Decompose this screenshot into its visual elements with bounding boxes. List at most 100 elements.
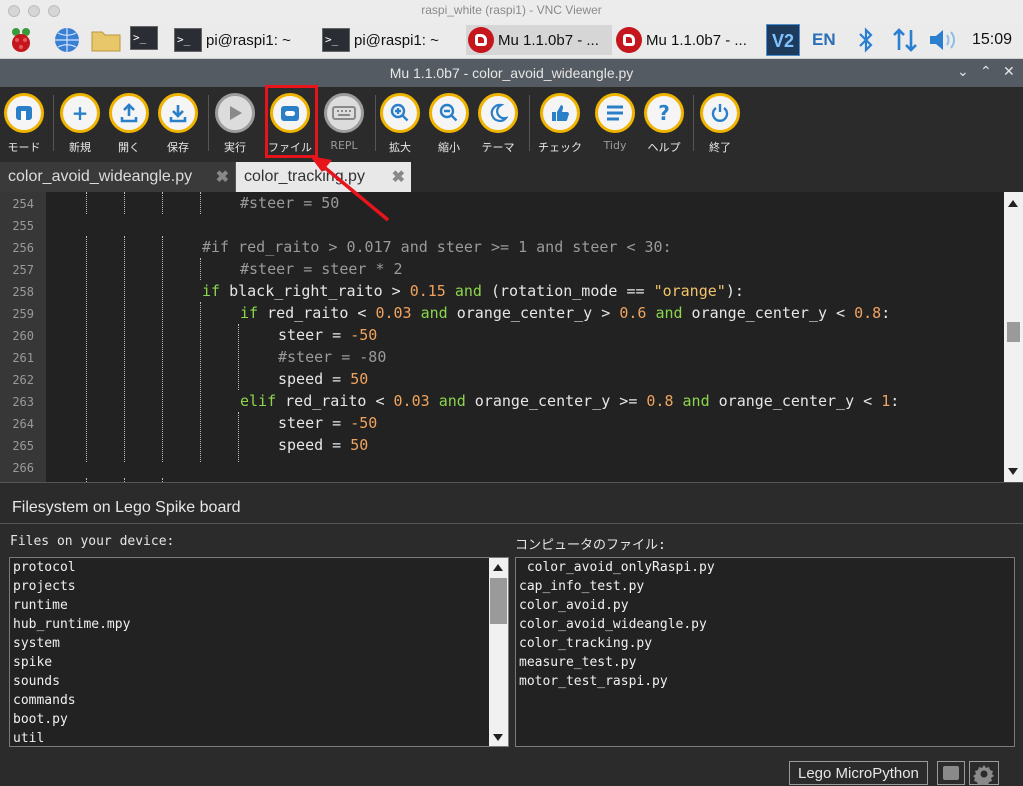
vnc-window-titlebar: raspi_white (raspi1) - VNC Viewer — [0, 0, 1023, 23]
list-item[interactable]: util — [10, 729, 508, 746]
check-button[interactable]: チェック — [532, 93, 588, 155]
mu-app-icon — [616, 27, 642, 53]
list-item[interactable]: commands — [10, 691, 508, 710]
task-label: Mu 1.1.0b7 - ... — [498, 31, 599, 49]
chevron-up-icon[interactable]: ⌃ — [980, 63, 992, 80]
line-number: 258 — [12, 285, 34, 299]
indent-guide — [162, 236, 163, 462]
scroll-up-icon[interactable] — [493, 564, 503, 571]
line-number: 259 — [12, 307, 34, 321]
chevron-down-icon[interactable]: ⌄ — [957, 63, 969, 80]
list-item[interactable]: protocol — [10, 558, 508, 577]
indent-guide — [162, 192, 163, 214]
task-mu-1[interactable]: Mu 1.1.0b7 - ... — [466, 25, 612, 55]
editor-tabs: color_avoid_wideangle.py ✖ color_trackin… — [0, 160, 1023, 192]
download-icon — [158, 93, 198, 133]
computer-file-list[interactable]: color_avoid_onlyRaspi.py cap_info_test.p… — [515, 557, 1015, 747]
line-number: 256 — [12, 241, 34, 255]
tidy-button[interactable]: Tidy — [587, 93, 643, 152]
line-number: 254 — [12, 197, 34, 211]
filesystem-panel: Files on your device: コンピュータのファイル: proto… — [0, 524, 1023, 758]
scroll-up-icon[interactable] — [1008, 200, 1018, 207]
scroll-down-icon[interactable] — [1008, 468, 1018, 475]
vnc-icon[interactable]: V2 — [766, 22, 800, 58]
network-icon[interactable] — [892, 22, 918, 58]
task-label: Mu 1.1.0b7 - ... — [646, 31, 747, 49]
list-item[interactable]: spike — [10, 653, 508, 672]
line-number: 257 — [12, 263, 34, 277]
tab-color-avoid-wideangle[interactable]: color_avoid_wideangle.py ✖ — [0, 162, 236, 192]
code-line: speed = 50 — [278, 370, 369, 388]
mode-indicator[interactable]: Lego MicroPython — [789, 761, 928, 785]
list-item[interactable]: color_avoid.py — [516, 596, 1014, 615]
toolbar-divider — [529, 95, 530, 151]
play-icon — [215, 93, 255, 133]
language-indicator[interactable]: EN — [812, 22, 836, 58]
editor-scrollbar[interactable] — [1004, 192, 1023, 482]
open-button[interactable]: 開く — [101, 93, 157, 155]
line-number: 265 — [12, 439, 34, 453]
list-item[interactable]: color_avoid_wideangle.py — [516, 615, 1014, 634]
volume-icon[interactable] — [928, 22, 958, 58]
vnc-window-title: raspi_white (raspi1) - VNC Viewer — [421, 3, 602, 17]
bluetooth-icon[interactable] — [856, 22, 876, 58]
settings-button[interactable] — [969, 761, 999, 785]
run-button[interactable]: 実行 — [207, 93, 263, 155]
code-line: #if red_raito > 0.017 and steer >= 1 and… — [202, 238, 672, 256]
line-number: 261 — [12, 351, 34, 365]
device-files-label: Files on your device: — [10, 534, 175, 549]
line-number-gutter: 254 255 256 257 258 259 260 261 262 263 … — [0, 192, 46, 482]
list-item[interactable]: runtime — [10, 596, 508, 615]
scrollbar-thumb[interactable] — [1007, 322, 1020, 342]
mu-window-titlebar: Mu 1.1.0b7 - color_avoid_wideangle.py ⌄ … — [0, 59, 1023, 87]
list-item[interactable]: system — [10, 634, 508, 653]
list-item[interactable]: boot.py — [10, 710, 508, 729]
keyboard-icon — [324, 93, 364, 133]
mode-button[interactable]: モード — [0, 93, 52, 155]
list-item[interactable]: cap_info_test.py — [516, 577, 1014, 596]
device-file-list[interactable]: protocol projects runtime hub_runtime.mp… — [9, 557, 509, 747]
indent-guide — [200, 192, 201, 214]
list-item[interactable]: measure_test.py — [516, 653, 1014, 672]
list-item[interactable]: color_tracking.py — [516, 634, 1014, 653]
device-button[interactable] — [937, 761, 965, 785]
help-button[interactable]: ? ヘルプ — [636, 93, 692, 155]
upload-icon — [109, 93, 149, 133]
list-item[interactable]: motor_test_raspi.py — [516, 672, 1014, 691]
quit-button[interactable]: 終了 — [692, 93, 748, 155]
new-button[interactable]: + 新規 — [52, 93, 108, 155]
task-terminal-2[interactable]: >_ pi@raspi1: ~ — [320, 25, 462, 55]
code-editor[interactable]: 254 255 256 257 258 259 260 261 262 263 … — [0, 192, 1023, 482]
raspberry-menu-icon[interactable] — [6, 26, 36, 54]
device-list-scrollbar[interactable] — [489, 558, 508, 746]
save-button[interactable]: 保存 — [150, 93, 206, 155]
scroll-down-icon[interactable] — [493, 734, 503, 741]
tab-label: color_avoid_wideangle.py — [8, 168, 193, 185]
line-number: 255 — [12, 219, 34, 233]
list-item[interactable]: hub_runtime.mpy — [10, 615, 508, 634]
list-item[interactable]: color_avoid_onlyRaspi.py — [516, 558, 1014, 577]
terminal-icon[interactable]: >_ — [130, 26, 160, 54]
close-tab-icon[interactable]: ✖ — [216, 167, 229, 187]
chip-icon — [943, 766, 959, 780]
list-item[interactable]: sounds — [10, 672, 508, 691]
indent-guide — [238, 412, 239, 462]
web-browser-icon[interactable] — [52, 26, 82, 54]
list-item[interactable]: projects — [10, 577, 508, 596]
scrollbar-thumb[interactable] — [490, 578, 507, 624]
repl-button[interactable]: REPL — [316, 93, 372, 152]
file-manager-icon[interactable] — [90, 26, 121, 54]
close-icon[interactable]: ✕ — [1003, 63, 1015, 80]
mode-icon — [4, 93, 44, 133]
indent-guide — [124, 192, 125, 214]
task-terminal-1[interactable]: >_ pi@raspi1: ~ — [172, 25, 304, 55]
task-mu-2[interactable]: Mu 1.1.0b7 - ... — [614, 25, 760, 55]
indent-guide — [124, 236, 125, 462]
zoom-in-button[interactable]: 拡大 — [372, 93, 428, 155]
theme-button[interactable]: テーマ — [470, 93, 526, 155]
zoom-out-button[interactable]: 縮小 — [421, 93, 477, 155]
code-line: if red_raito < 0.03 and orange_center_y … — [240, 304, 891, 322]
mu-window-title: Mu 1.1.0b7 - color_avoid_wideangle.py — [389, 65, 634, 81]
tidy-icon — [595, 93, 635, 133]
computer-files-label: コンピュータのファイル: — [515, 538, 666, 553]
